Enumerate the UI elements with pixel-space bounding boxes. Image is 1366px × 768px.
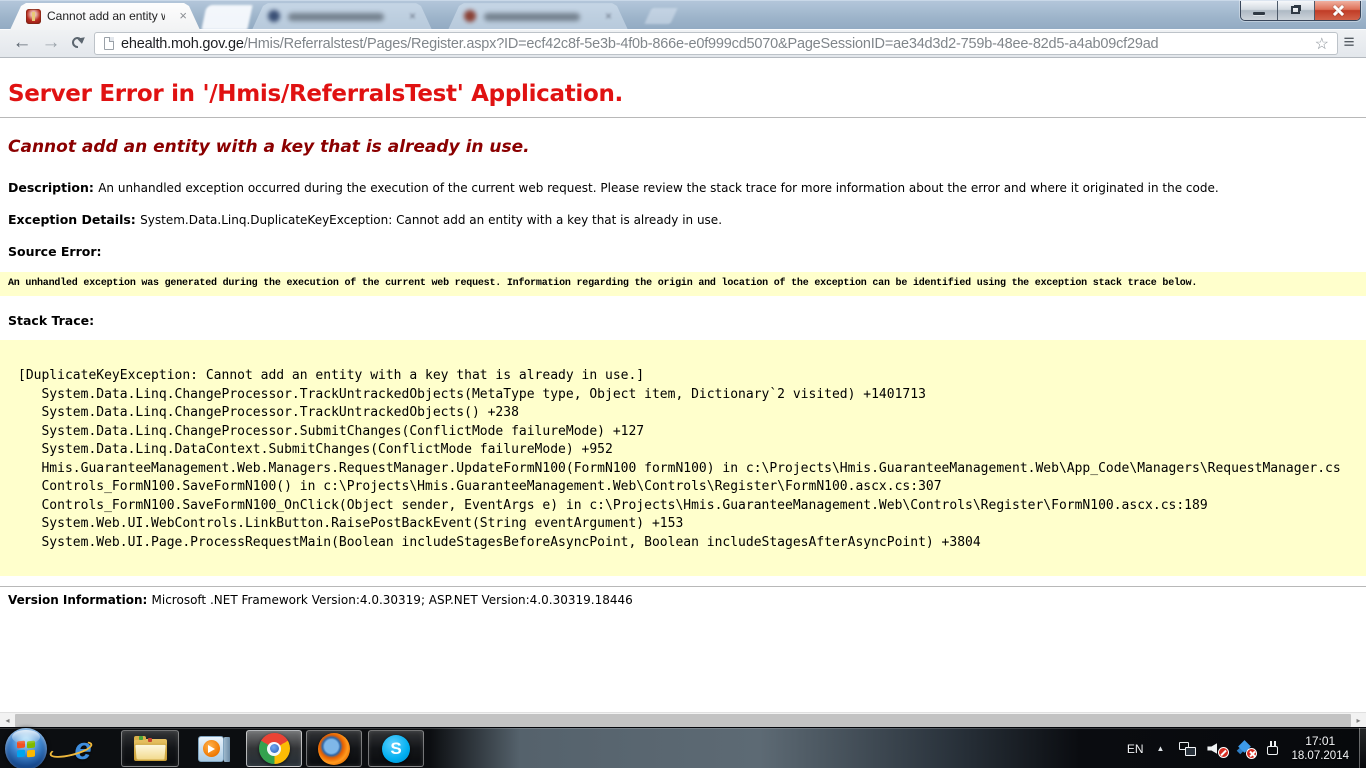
url-host: ehealth.moh.gov.ge: [121, 36, 244, 52]
browser-tab-strip: Cannot add an entity with × × ×: [0, 0, 1366, 29]
close-button[interactable]: [1315, 1, 1360, 20]
background-tab[interactable]: ×: [448, 3, 628, 30]
folder-icon: [134, 736, 167, 761]
minimize-icon: [1253, 12, 1265, 15]
taskbar-firefox[interactable]: [306, 730, 362, 767]
url-path: /Hmis/Referralstest/Pages/Register.aspx?…: [244, 36, 1159, 52]
stack-trace-heading: Stack Trace:: [8, 313, 1358, 328]
forward-button[interactable]: →: [38, 30, 64, 56]
blurred-region: [201, 5, 252, 30]
source-error-box: An unhandled exception was generated dur…: [0, 272, 1366, 296]
start-button[interactable]: [3, 730, 49, 767]
version-label: Version Information:: [8, 593, 152, 607]
tray-time: 17:01: [1291, 734, 1349, 749]
skype-icon: S: [382, 735, 410, 763]
version-line: Version Information: Microsoft .NET Fram…: [8, 593, 1358, 607]
desktop: Cannot add an entity with × × × ← → ehea…: [0, 0, 1366, 768]
stack-trace-line: System.Web.UI.Page.ProcessRequestMain(Bo…: [18, 534, 1366, 553]
tray-clock[interactable]: 17:01 18.07.2014: [1291, 734, 1349, 764]
close-icon: [1332, 5, 1343, 16]
restore-button[interactable]: [1278, 1, 1315, 20]
language-indicator[interactable]: EN: [1127, 742, 1144, 756]
stack-trace-line: System.Web.UI.WebControls.LinkButton.Rai…: [18, 515, 1366, 534]
system-tray: EN ▲ 17:01 18.07.2014: [1127, 728, 1366, 768]
horizontal-scrollbar[interactable]: ◂ ▸: [0, 712, 1366, 727]
media-player-icon: [198, 735, 226, 763]
site-favicon: [26, 9, 41, 24]
blurred-tab-title: [484, 13, 580, 21]
description-label: Description:: [8, 180, 98, 195]
background-tab[interactable]: ×: [252, 3, 432, 30]
scroll-right-icon[interactable]: ▸: [1351, 713, 1366, 728]
stack-trace-line: System.Data.Linq.ChangeProcessor.TrackUn…: [18, 404, 1366, 423]
new-tab-button[interactable]: [644, 8, 677, 24]
tray-date: 18.07.2014: [1291, 749, 1349, 764]
tab-close-icon[interactable]: ×: [179, 8, 187, 23]
stack-trace-line: Hmis.GuaranteeManagement.Web.Managers.Re…: [18, 460, 1366, 479]
tray-expand-icon[interactable]: ▲: [1157, 744, 1165, 753]
exception-label: Exception Details:: [8, 212, 140, 227]
volume-muted-icon[interactable]: [1207, 741, 1227, 756]
stack-trace-line: System.Data.Linq.ChangeProcessor.TrackUn…: [18, 386, 1366, 405]
page-title: Server Error in '/Hmis/ReferralsTest' Ap…: [8, 81, 1358, 107]
windows-logo-icon: [5, 728, 47, 768]
blurred-favicon: [268, 10, 280, 22]
show-desktop-button[interactable]: [1359, 728, 1366, 768]
source-error-heading: Source Error:: [8, 244, 1358, 259]
bookmark-star-icon[interactable]: ☆: [1315, 34, 1329, 54]
firefox-icon: [318, 733, 350, 765]
taskbar-internet-explorer[interactable]: e: [57, 730, 109, 767]
description-text: An unhandled exception occurred during t…: [98, 181, 1218, 195]
stack-trace-line: [DuplicateKeyException: Cannot add an en…: [18, 367, 1366, 386]
version-text: Microsoft .NET Framework Version:4.0.303…: [152, 593, 633, 607]
active-tab[interactable]: Cannot add an entity with ×: [10, 3, 200, 30]
chrome-icon: [259, 733, 290, 764]
window-controls: [1240, 1, 1361, 21]
blurred-favicon: [464, 10, 476, 22]
description-line: Description: An unhandled exception occu…: [8, 180, 1358, 195]
tab-title: Cannot add an entity with: [47, 9, 165, 23]
stack-trace-line: System.Data.Linq.ChangeProcessor.SubmitC…: [18, 423, 1366, 442]
page-icon: [104, 37, 114, 50]
network-icon[interactable]: [1179, 742, 1196, 756]
error-message: Cannot add an entity with a key that is …: [8, 137, 1358, 157]
back-button[interactable]: ←: [9, 30, 35, 56]
dropbox-error-icon[interactable]: [1238, 741, 1255, 757]
tab-close-icon[interactable]: ×: [605, 9, 612, 23]
restore-icon: [1291, 6, 1300, 14]
divider: [0, 586, 1366, 587]
stack-trace-line: Controls_FormN100.SaveFormN100_OnClick(O…: [18, 497, 1366, 516]
taskbar: e S EN ▲ 17: [0, 727, 1366, 768]
blurred-tab-title: [288, 13, 384, 21]
exception-line: Exception Details: System.Data.Linq.Dupl…: [8, 212, 1358, 227]
taskbar-media-player[interactable]: [186, 730, 238, 767]
minimize-button[interactable]: [1241, 1, 1278, 20]
error-page: Server Error in '/Hmis/ReferralsTest' Ap…: [0, 59, 1366, 712]
divider: [0, 117, 1366, 118]
tab-close-icon[interactable]: ×: [409, 9, 416, 23]
taskbar-skype[interactable]: S: [368, 730, 424, 767]
stack-trace-line: System.Data.Linq.DataContext.SubmitChang…: [18, 441, 1366, 460]
address-bar[interactable]: ehealth.moh.gov.ge/Hmis/Referralstest/Pa…: [94, 32, 1338, 55]
exception-text: System.Data.Linq.DuplicateKeyException: …: [140, 213, 722, 227]
chrome-menu-icon[interactable]: ≡: [1338, 32, 1360, 54]
browser-toolbar: ← → ehealth.moh.gov.ge/Hmis/Referralstes…: [0, 29, 1366, 58]
scroll-left-icon[interactable]: ◂: [0, 713, 15, 728]
taskbar-chrome-active[interactable]: [246, 730, 302, 767]
taskbar-windows-explorer[interactable]: [121, 730, 179, 767]
stack-trace-line: Controls_FormN100.SaveFormN100() in c:\P…: [18, 478, 1366, 497]
reload-icon[interactable]: [70, 35, 85, 50]
scrollbar-thumb[interactable]: [15, 714, 1351, 727]
power-plug-icon[interactable]: [1266, 741, 1280, 757]
url-text: ehealth.moh.gov.ge/Hmis/Referralstest/Pa…: [121, 36, 1307, 52]
stack-trace-box: [DuplicateKeyException: Cannot add an en…: [0, 340, 1366, 576]
